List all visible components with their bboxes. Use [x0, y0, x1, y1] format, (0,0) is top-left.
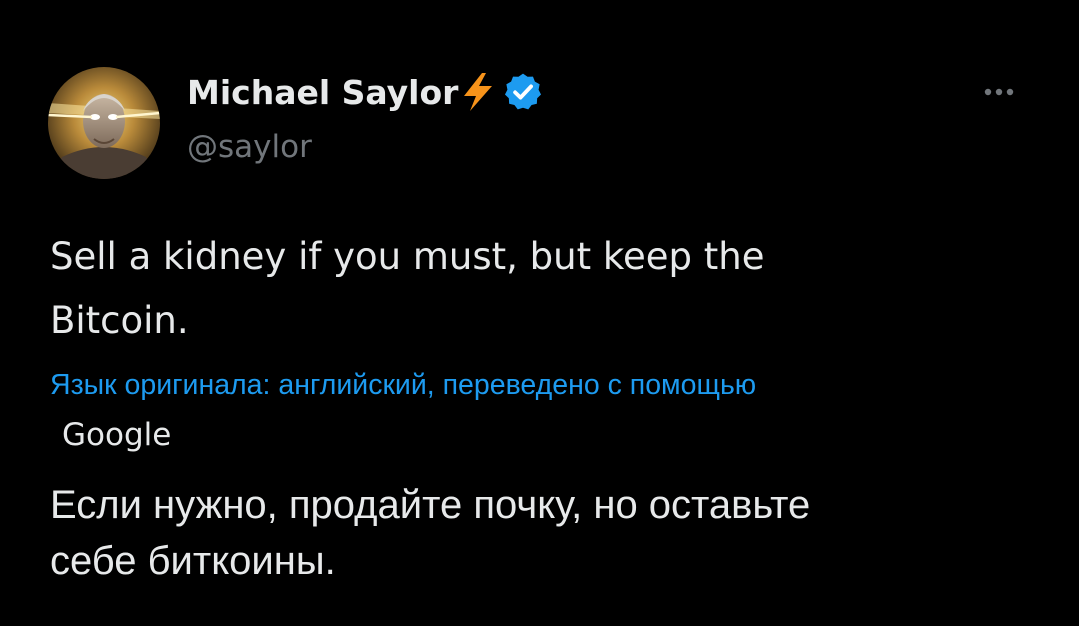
- more-horizontal-icon: [984, 88, 1014, 96]
- tweet-text-line: Sell a kidney if you must, but keep the: [50, 235, 765, 278]
- tweet-card: Michael Saylor @saylor Sell a kidney if …: [0, 0, 1079, 626]
- author-name-row: Michael Saylor: [187, 70, 544, 114]
- more-options-button[interactable]: [982, 80, 1030, 104]
- avatar[interactable]: [48, 67, 160, 179]
- translated-text-line: себе биткоины.: [50, 539, 336, 583]
- author-display-name[interactable]: Michael Saylor: [187, 73, 458, 112]
- translation-note-link[interactable]: Язык оригинала: английский, переведено с…: [50, 369, 756, 402]
- tweet-text: Sell a kidney if you must, but keep the …: [50, 225, 1010, 353]
- tweet-text-line: Bitcoin.: [50, 299, 189, 342]
- laser-eyes-portrait-avatar-icon: [48, 67, 160, 179]
- translated-text-line: Если нужно, продайте почку, но оставьте: [50, 483, 811, 527]
- lightning-bolt-icon: [460, 72, 496, 112]
- translated-text: Если нужно, продайте почку, но оставьте …: [50, 477, 1040, 589]
- author-handle[interactable]: @saylor: [187, 129, 312, 165]
- google-logo: Google: [62, 417, 172, 453]
- verified-badge-icon: [502, 71, 544, 113]
